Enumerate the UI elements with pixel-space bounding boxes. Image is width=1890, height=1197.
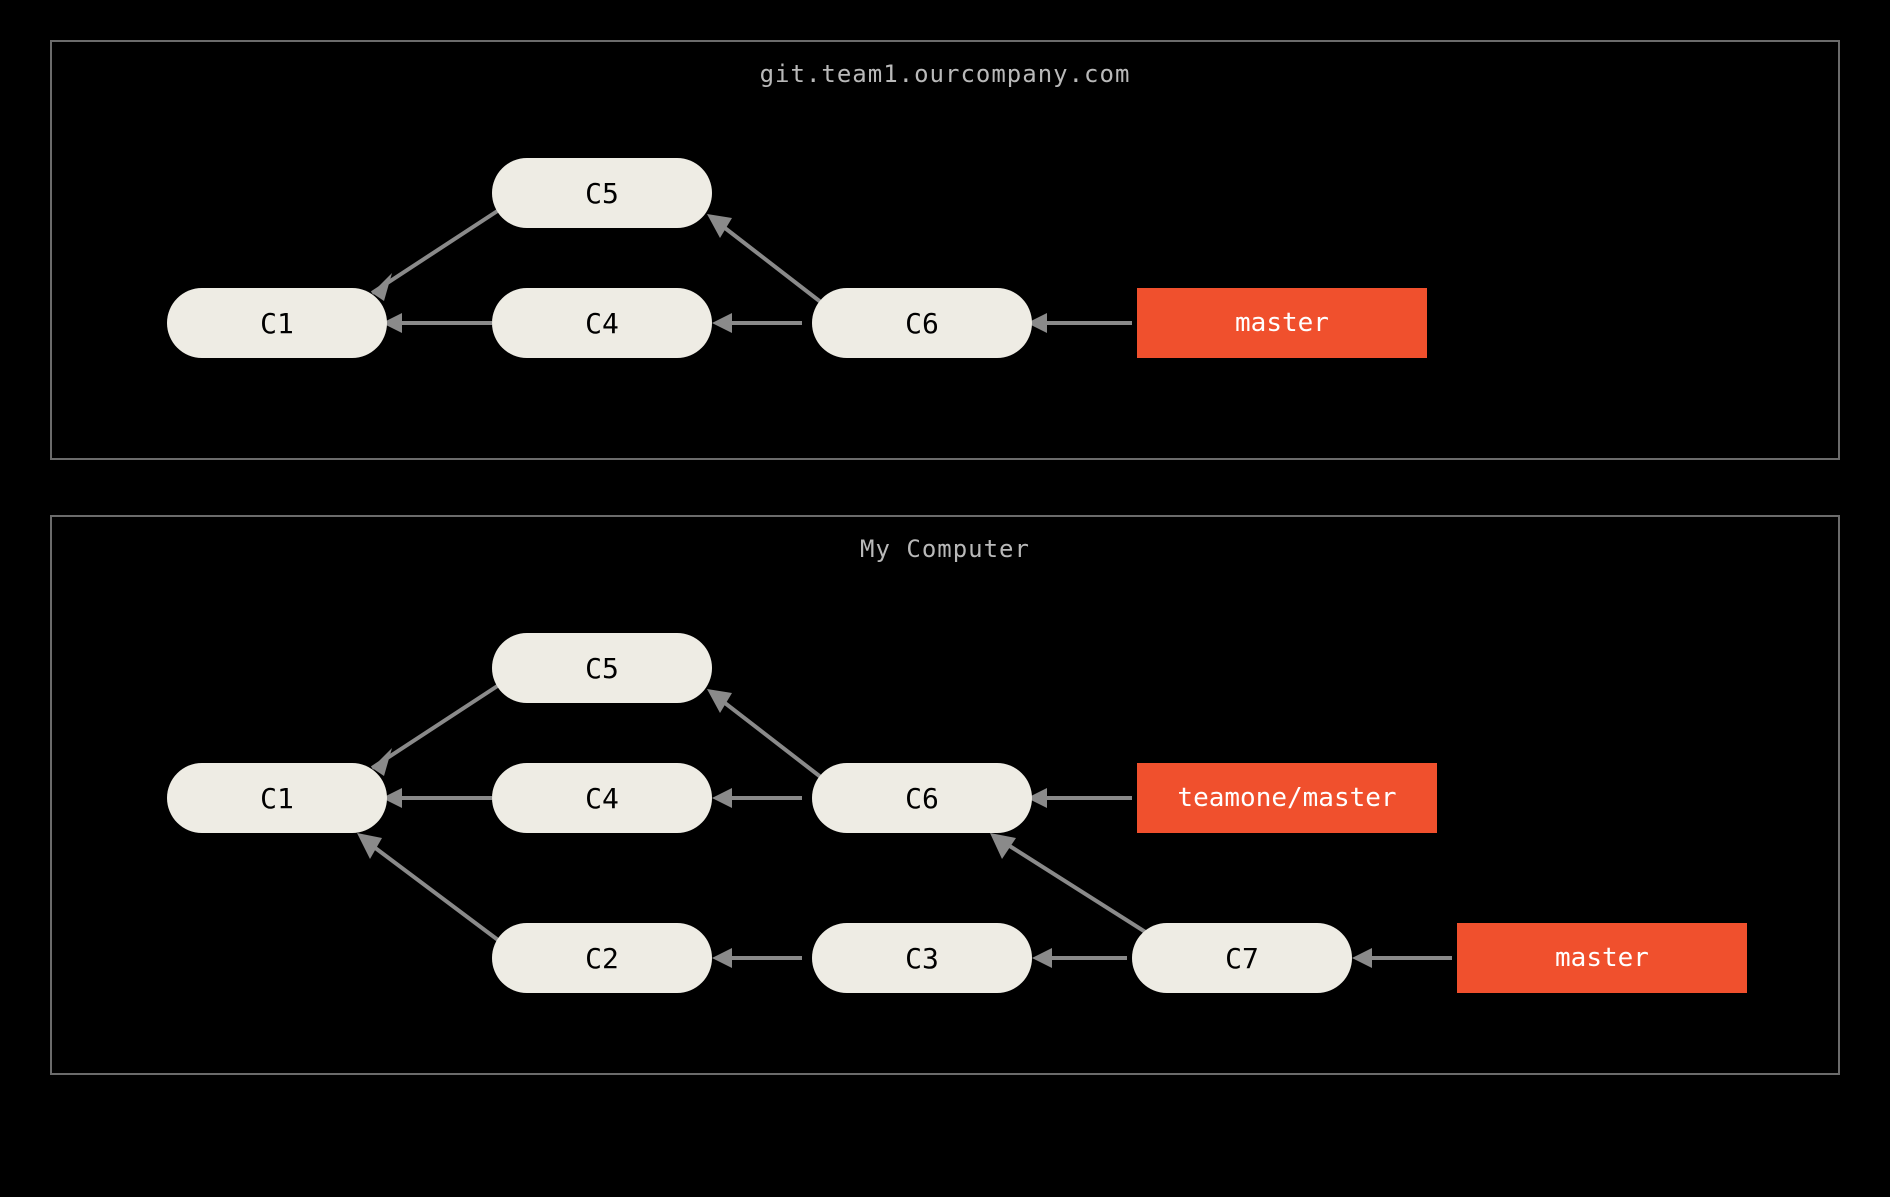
- commit-label: C1: [260, 307, 294, 340]
- commit-label: C3: [905, 942, 939, 975]
- branch-label: master: [1235, 308, 1329, 338]
- commit-label: C5: [585, 652, 619, 685]
- commit-label: C4: [585, 782, 619, 815]
- commit-label: C7: [1225, 942, 1259, 975]
- panel-local-canvas: C1 C5 C4 C2 C6 C3 C7 teamone/master mast…: [52, 563, 1838, 1063]
- commit-c5: C5: [492, 633, 712, 703]
- panel-remote-canvas: C1 C5 C4 C6 master: [52, 88, 1838, 448]
- panel-remote-title: git.team1.ourcompany.com: [52, 42, 1838, 88]
- commit-c6: C6: [812, 288, 1032, 358]
- commit-c1: C1: [167, 763, 387, 833]
- panel-local: My Computer: [50, 515, 1840, 1075]
- commit-c6: C6: [812, 763, 1032, 833]
- branch-label: teamone/master: [1177, 783, 1396, 813]
- commit-label: C6: [905, 307, 939, 340]
- branch-teamone-master: teamone/master: [1137, 763, 1437, 833]
- commit-label: C2: [585, 942, 619, 975]
- branch-label: master: [1555, 943, 1649, 973]
- commit-label: C6: [905, 782, 939, 815]
- commit-c4: C4: [492, 288, 712, 358]
- commit-c1: C1: [167, 288, 387, 358]
- branch-master: master: [1457, 923, 1747, 993]
- commit-label: C1: [260, 782, 294, 815]
- commit-c7: C7: [1132, 923, 1352, 993]
- panel-local-title: My Computer: [52, 517, 1838, 563]
- commit-c4: C4: [492, 763, 712, 833]
- panel-remote-arrows: [52, 88, 1838, 448]
- commit-c3: C3: [812, 923, 1032, 993]
- branch-master: master: [1137, 288, 1427, 358]
- commit-label: C4: [585, 307, 619, 340]
- commit-label: C5: [585, 177, 619, 210]
- commit-c5: C5: [492, 158, 712, 228]
- commit-c2: C2: [492, 923, 712, 993]
- panel-remote: git.team1.ourcompany.com C1 C5 C4 C6 mas…: [50, 40, 1840, 460]
